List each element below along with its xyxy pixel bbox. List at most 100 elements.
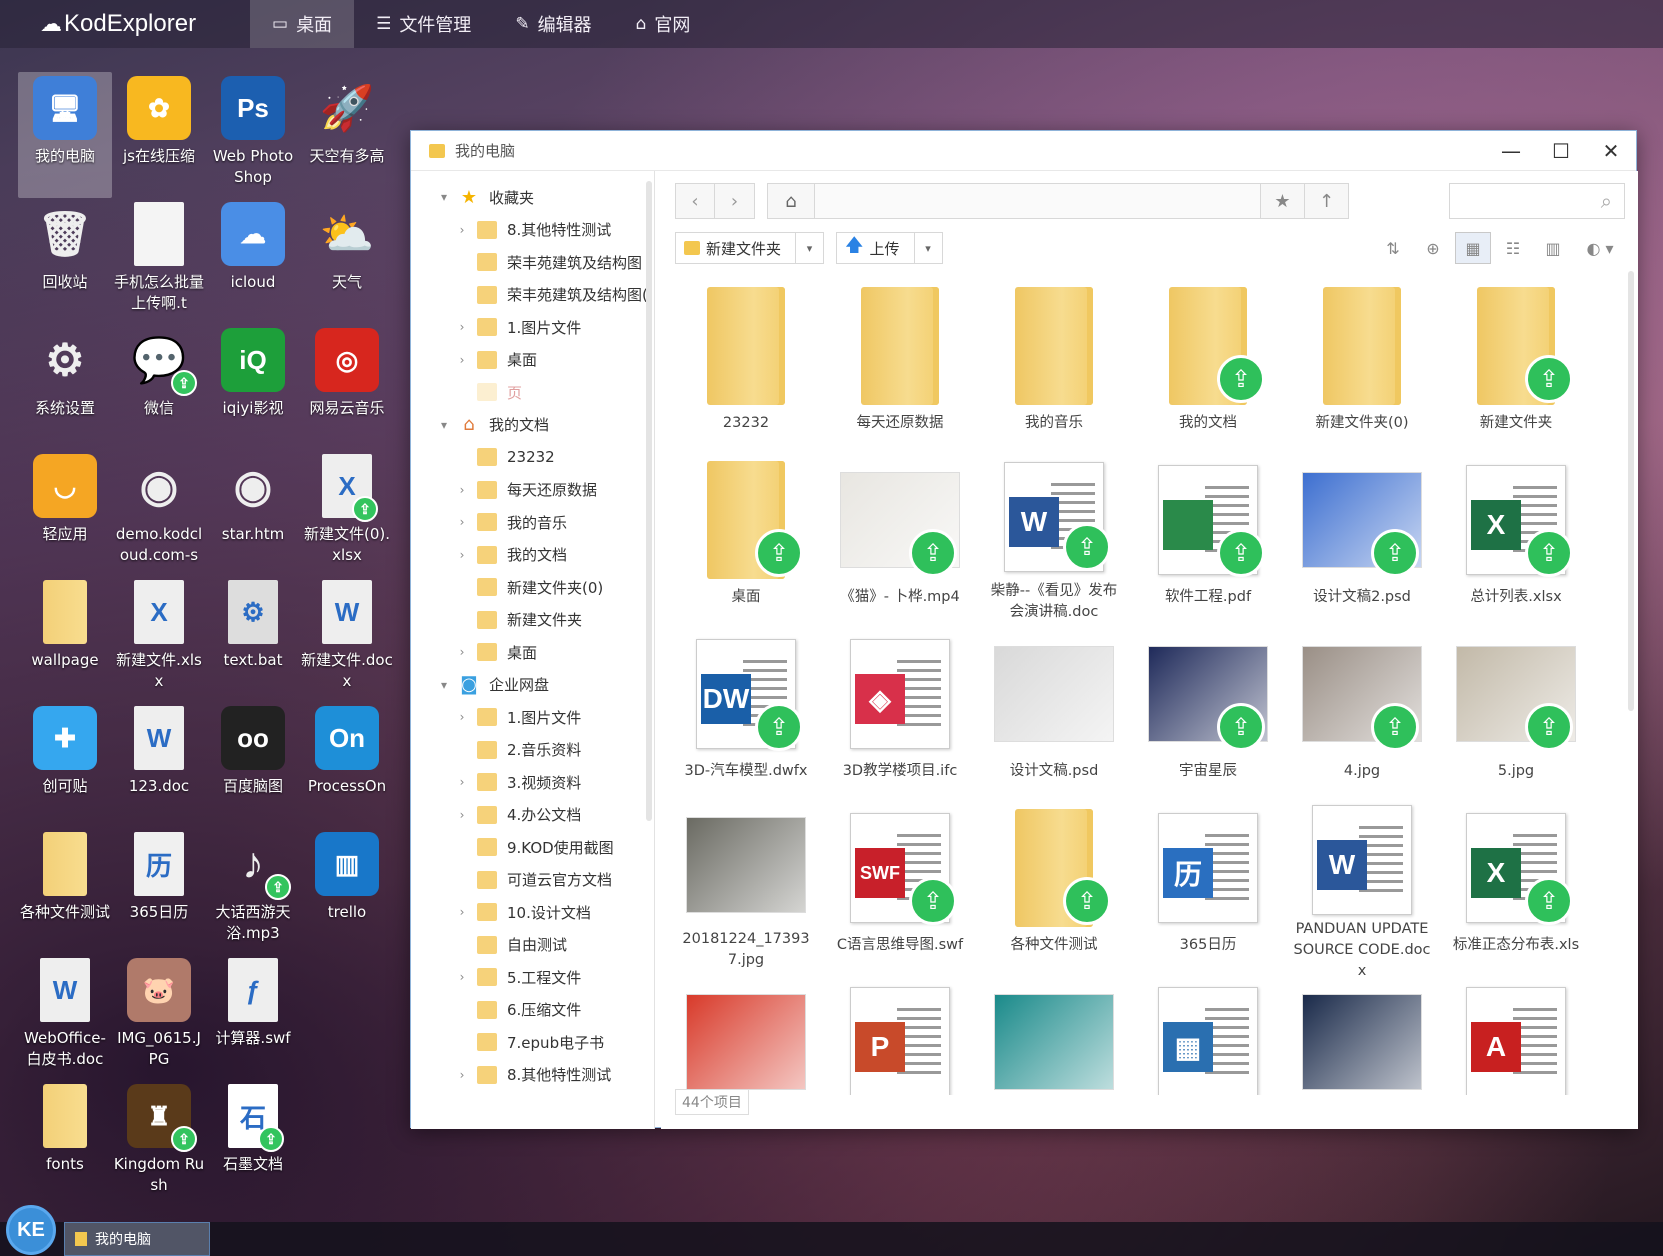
file-item[interactable]: P — [823, 971, 977, 1095]
list-view-icon[interactable]: ☷ — [1495, 232, 1531, 264]
tree-item[interactable]: 23232 — [411, 441, 654, 474]
tree-item[interactable]: › 3.视频资料 — [411, 766, 654, 799]
path-input[interactable] — [815, 183, 1261, 219]
tree-item[interactable]: › 我的文档 — [411, 539, 654, 572]
sort-icon[interactable]: ⇅ — [1375, 232, 1411, 264]
desktop-item[interactable]: X 新建文件.xlsx — [112, 576, 206, 702]
upload-button[interactable]: 🡅 上传 ▾ — [836, 232, 943, 264]
file-item[interactable]: ⇪ 新建文件夹 — [1439, 275, 1593, 449]
chevron-right-icon[interactable]: › — [455, 645, 469, 659]
desktop-item[interactable]: wallpage — [18, 576, 112, 702]
file-item[interactable]: ⇪ 《猫》- 卜桦.mp4 — [823, 449, 977, 623]
chevron-down-icon[interactable]: ▾ — [795, 233, 823, 263]
file-item[interactable]: X ⇪ 标准正态分布表.xls — [1439, 797, 1593, 971]
desktop-item[interactable]: oo 百度脑图 — [206, 702, 300, 828]
chevron-down-icon[interactable]: ▾ — [437, 190, 451, 204]
start-button[interactable]: KE — [6, 1205, 56, 1255]
minimize-button[interactable]: — — [1486, 131, 1536, 171]
zoom-icon[interactable]: ⊕ — [1415, 232, 1451, 264]
up-arrow-icon[interactable]: ↑ — [1305, 183, 1349, 219]
file-item[interactable]: ⇪ 设计文稿2.psd — [1285, 449, 1439, 623]
desktop-item[interactable]: 手机怎么批量上传啊.t — [112, 198, 206, 324]
file-item[interactable]: ⇪ 5.jpg — [1439, 623, 1593, 797]
chevron-right-icon[interactable]: › — [455, 808, 469, 822]
desktop-item[interactable]: W 新建文件.docx — [300, 576, 394, 702]
chevron-right-icon[interactable]: › — [455, 515, 469, 529]
desktop-item[interactable]: W 123.doc — [112, 702, 206, 828]
chevron-right-icon[interactable]: › — [455, 1068, 469, 1082]
desktop-item[interactable]: 🐷 IMG_0615.JPG — [112, 954, 206, 1080]
file-item[interactable]: A — [1439, 971, 1593, 1095]
chevron-right-icon[interactable]: › — [455, 483, 469, 497]
forward-button[interactable]: › — [715, 183, 755, 219]
tree-item[interactable]: › 8.其他特性测试 — [411, 1059, 654, 1092]
file-item[interactable]: 每天还原数据 — [823, 275, 977, 449]
desktop-item[interactable]: ◉ demo.kodcloud.com-s — [112, 450, 206, 576]
file-item[interactable]: 20181224_173937.jpg — [669, 797, 823, 971]
desktop-item[interactable]: ◉ star.htm — [206, 450, 300, 576]
tree-item[interactable]: › 桌面 — [411, 344, 654, 377]
desktop-item[interactable]: 🗑 回收站 — [18, 198, 112, 324]
tree-item[interactable]: 荣丰苑建筑及结构图 — [411, 246, 654, 279]
file-item[interactable]: W PANDUAN UPDATE SOURCE CODE.docx — [1285, 797, 1439, 979]
window-titlebar[interactable]: 我的电脑 — ☐ ✕ — [411, 131, 1636, 171]
desktop-item[interactable]: 💬 ⇪ 微信 — [112, 324, 206, 450]
tree-item[interactable]: 新建文件夹(0) — [411, 571, 654, 604]
tree-item[interactable]: 新建文件夹 — [411, 604, 654, 637]
desktop-item[interactable]: ◡ 轻应用 — [18, 450, 112, 576]
chevron-down-icon[interactable]: ▾ — [437, 418, 451, 432]
file-item[interactable]: ⇪ 宇宙星辰 — [1131, 623, 1285, 797]
tree-item[interactable]: › 1.图片文件 — [411, 701, 654, 734]
favorite-star-icon[interactable]: ★ — [1261, 183, 1305, 219]
tree-item[interactable]: 2.音乐资料 — [411, 734, 654, 767]
tree-item[interactable]: 荣丰苑建筑及结构图( — [411, 279, 654, 312]
tree-item[interactable]: 7.epub电子书 — [411, 1026, 654, 1059]
chevron-right-icon[interactable]: › — [455, 320, 469, 334]
tree-item[interactable]: › 桌面 — [411, 636, 654, 669]
desktop-item[interactable]: ♜ ⇪ Kingdom Rush — [112, 1080, 206, 1206]
file-item[interactable] — [669, 971, 823, 1095]
desktop-item[interactable]: 各种文件测试 — [18, 828, 112, 954]
tree-group[interactable]: ▾ ★ 收藏夹 — [411, 181, 654, 214]
home-icon[interactable]: ⌂ — [767, 183, 815, 219]
nav-tab-0[interactable]: ▭ 桌面 — [250, 0, 355, 48]
theme-icon[interactable]: ◐ ▾ — [1575, 232, 1625, 264]
desktop-item[interactable]: fonts — [18, 1080, 112, 1206]
desktop-item[interactable]: ⛅ 天气 — [300, 198, 394, 324]
maximize-button[interactable]: ☐ — [1536, 131, 1586, 171]
tree-item[interactable]: › 8.其他特性测试 — [411, 214, 654, 247]
app-logo[interactable]: ☁ KodExplorer — [0, 10, 250, 38]
chevron-down-icon[interactable]: ▾ — [437, 678, 451, 692]
tree-item[interactable]: 页 — [411, 376, 654, 409]
file-item[interactable]: 23232 — [669, 275, 823, 449]
desktop-item[interactable]: 历 365日历 — [112, 828, 206, 954]
main-scrollbar[interactable] — [1628, 271, 1634, 711]
tree-item[interactable]: › 我的音乐 — [411, 506, 654, 539]
file-item[interactable]: 我的音乐 — [977, 275, 1131, 449]
tree-item[interactable]: 6.压缩文件 — [411, 994, 654, 1027]
tree-item[interactable]: › 10.设计文档 — [411, 896, 654, 929]
desktop-item[interactable]: ƒ 计算器.swf — [206, 954, 300, 1080]
chevron-right-icon[interactable]: › — [455, 223, 469, 237]
file-item[interactable]: SWF ⇪ C语言思维导图.swf — [823, 797, 977, 971]
close-button[interactable]: ✕ — [1586, 131, 1636, 171]
chevron-right-icon[interactable]: › — [455, 775, 469, 789]
file-item[interactable]: 设计文稿.psd — [977, 623, 1131, 797]
tree-item[interactable]: › 5.工程文件 — [411, 961, 654, 994]
desktop-item[interactable]: Ps Web Photo Shop — [206, 72, 300, 198]
tree-item[interactable]: › 每天还原数据 — [411, 474, 654, 507]
file-item[interactable]: X ⇪ 总计列表.xlsx — [1439, 449, 1593, 623]
taskbar-window-button[interactable]: 我的电脑 — [64, 1222, 210, 1256]
tree-group[interactable]: ▾ ◙ 企业网盘 — [411, 669, 654, 702]
chevron-right-icon[interactable]: › — [455, 548, 469, 562]
tree-item[interactable]: 9.KOD使用截图 — [411, 831, 654, 864]
desktop-item[interactable]: 石 ⇪ 石墨文档 — [206, 1080, 300, 1206]
file-item[interactable]: ⇪ 桌面 — [669, 449, 823, 623]
desktop-item[interactable]: W WebOffice-白皮书.doc — [18, 954, 112, 1080]
desktop-item[interactable]: ▥ trello — [300, 828, 394, 954]
tree-item[interactable]: 自由测试 — [411, 929, 654, 962]
chevron-right-icon[interactable]: › — [455, 353, 469, 367]
search-input[interactable]: ⌕ — [1449, 183, 1625, 219]
file-item[interactable]: ◈ 3D教学楼项目.ifc — [823, 623, 977, 797]
desktop-item[interactable]: On ProcessOn — [300, 702, 394, 828]
